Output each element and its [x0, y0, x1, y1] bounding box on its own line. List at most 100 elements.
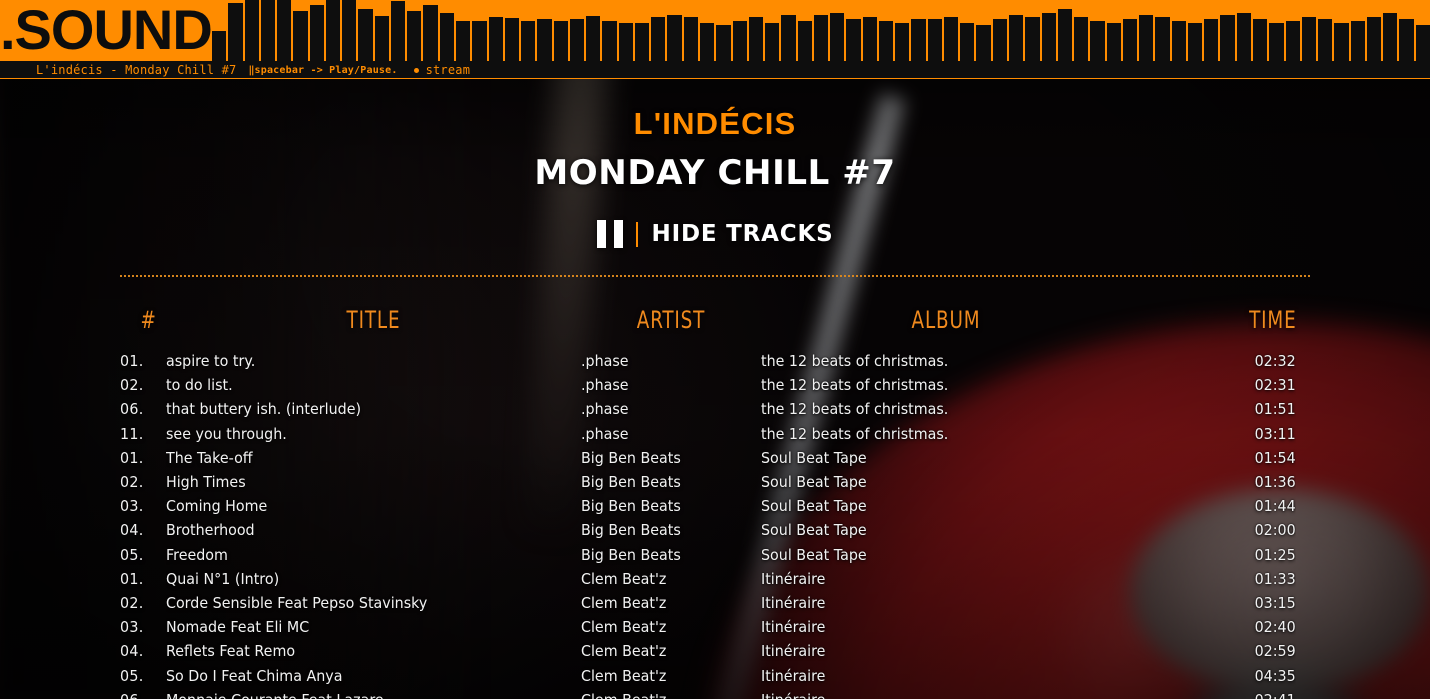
- track-artist: Clem Beat'z: [581, 569, 667, 588]
- track-number: 02.: [120, 376, 144, 395]
- track-artist: Big Ben Beats: [581, 545, 681, 564]
- track-artist: Clem Beat'z: [581, 618, 667, 637]
- table-row[interactable]: 02. Corde Sensible Feat Pepso Stavinsky Cl…: [120, 591, 1310, 615]
- waveform-bar: [1122, 19, 1138, 61]
- waveform-bar: [1236, 13, 1251, 61]
- waveform-bar: [976, 25, 991, 61]
- track-album: Itinéraire: [761, 618, 826, 637]
- waveform-bar: [537, 19, 552, 61]
- page-album-title: MONDAY CHILL #7: [534, 153, 896, 193]
- track-time: 04:35: [1254, 666, 1296, 685]
- waveform-bar: [1155, 17, 1170, 61]
- table-row[interactable]: 06. that buttery ish. (interlude) .phase th…: [120, 397, 1310, 421]
- track-time: 02:31: [1254, 376, 1296, 395]
- track-time: 02:32: [1254, 352, 1296, 371]
- record-dot-icon: [413, 67, 419, 73]
- track-time: 01:44: [1254, 497, 1296, 516]
- table-row[interactable]: 04. Reflets Feat Remo Clem Beat'z Itinérair…: [120, 639, 1310, 663]
- table-row[interactable]: 05. So Do I Feat Chima Anya Clem Beat'z Iti…: [120, 663, 1310, 687]
- waveform-bar: [732, 21, 747, 61]
- track-number: 11.: [120, 424, 144, 443]
- track-artist: Clem Beat'z: [581, 642, 667, 661]
- track-number: 04.: [120, 521, 144, 540]
- waveform-bar: [699, 23, 715, 61]
- track-artist: Big Ben Beats: [581, 497, 681, 516]
- hide-tracks-button[interactable]: HIDE TRACKS: [652, 221, 834, 247]
- track-number: 01.: [120, 352, 144, 371]
- column-header-artist[interactable]: ARTIST: [595, 277, 748, 349]
- track-album: the 12 beats of christmas.: [761, 424, 949, 443]
- table-row[interactable]: 06. Monnaie Courante Feat Lazare Clem Beat…: [120, 688, 1310, 699]
- waveform-bar: [813, 15, 829, 61]
- track-time: 03:15: [1254, 593, 1296, 612]
- track-artist: Big Ben Beats: [581, 448, 681, 467]
- control-separator: [635, 221, 638, 247]
- track-time: 01:33: [1254, 569, 1296, 588]
- table-row[interactable]: 11. see you through. .phase the 12 beats of…: [120, 422, 1310, 446]
- table-row[interactable]: 01. aspire to try. .phase the 12 beats of c…: [120, 349, 1310, 373]
- waveform-bar: [228, 3, 243, 61]
- track-number: 04.: [120, 642, 144, 661]
- track-title: to do list.: [166, 376, 233, 395]
- waveform-bar: [960, 23, 975, 61]
- waveform-bar: [846, 19, 861, 61]
- track-title: Coming Home: [166, 497, 268, 516]
- waveform-bar: [1334, 23, 1349, 61]
- now-playing-label: L'indécis - Monday Chill #7: [36, 63, 237, 77]
- track-artist: Clem Beat'z: [581, 688, 747, 699]
- waveform-bar: [1187, 23, 1203, 61]
- waveform-bar: [765, 23, 780, 61]
- track-album: Itinéraire: [761, 593, 826, 612]
- table-row[interactable]: 03. Nomade Feat Eli MC Clem Beat'z Itinérai…: [120, 615, 1310, 639]
- waveform-bar: [1318, 19, 1333, 61]
- stream-control[interactable]: stream: [413, 63, 471, 77]
- waveform-bar: [1009, 15, 1024, 61]
- track-album: Soul Beat Tape: [761, 497, 867, 516]
- waveform-bar: [553, 21, 568, 61]
- column-header-number[interactable]: #: [123, 277, 162, 349]
- track-time: 02:59: [1254, 642, 1296, 661]
- page-artist-title: L'INDÉCIS: [633, 106, 797, 141]
- table-row[interactable]: 01. Quai N°1 (Intro) Clem Beat'z Itinéraire…: [120, 567, 1310, 591]
- table-row[interactable]: 02. High Times Big Ben Beats Soul Beat Tape…: [120, 470, 1310, 494]
- column-header-title[interactable]: TITLE: [197, 277, 550, 349]
- waveform-bar: [618, 23, 633, 61]
- waveform-bar: [342, 0, 357, 61]
- status-bar: L'indécis - Monday Chill #7 ‖spacebar ->…: [0, 61, 1430, 79]
- waveform-bar: [293, 11, 308, 61]
- waveform-bar: [439, 13, 454, 61]
- waveform-bar: [325, 0, 341, 61]
- waveform-bar: [374, 16, 389, 61]
- site-logo[interactable]: .SOUND: [0, 2, 213, 58]
- track-number: 05.: [120, 545, 144, 564]
- waveform-bar: [602, 21, 617, 61]
- table-row[interactable]: 01. The Take-off Big Ben Beats Soul Beat Ta…: [120, 446, 1310, 470]
- waveform-bar: [455, 21, 471, 61]
- table-row[interactable]: 02. to do list. .phase the 12 beats of chri…: [120, 373, 1310, 397]
- track-album: Soul Beat Tape: [761, 545, 867, 564]
- playback-controls: HIDE TRACKS: [0, 220, 1430, 248]
- waveform-bar: [1350, 21, 1365, 61]
- waveform-bar: [1090, 21, 1105, 61]
- waveform-bar: [862, 17, 877, 61]
- track-artist: Big Ben Beats: [581, 521, 681, 540]
- track-artist: .phase: [581, 400, 629, 419]
- table-row[interactable]: 03. Coming Home Big Ben Beats Soul Beat Tap…: [120, 494, 1310, 518]
- track-number: 05.: [120, 666, 144, 685]
- waveform-bar: [472, 21, 487, 61]
- audio-waveform-icon[interactable]: [212, 0, 1430, 61]
- column-header-time[interactable]: TIME: [1144, 277, 1296, 349]
- tracklist-container: # TITLE ARTIST ALBUM TIME 01. aspire to t…: [120, 275, 1310, 699]
- track-artist: .phase: [581, 376, 629, 395]
- track-time: 01:36: [1254, 473, 1296, 492]
- track-time: 02:40: [1254, 618, 1296, 637]
- pause-icon[interactable]: [596, 220, 623, 248]
- playback-hint: ‖spacebar -> Play/Pause.: [248, 65, 397, 76]
- table-row[interactable]: 04. Brotherhood Big Ben Beats Soul Beat Tap…: [120, 518, 1310, 542]
- waveform-bar: [1253, 19, 1268, 61]
- waveform-bar: [1399, 19, 1414, 61]
- track-artist: .phase: [581, 352, 629, 371]
- track-album: Itinéraire: [761, 688, 1101, 699]
- table-row[interactable]: 05. Freedom Big Ben Beats Soul Beat Tape 01:…: [120, 543, 1310, 567]
- column-header-album[interactable]: ALBUM: [789, 277, 1104, 349]
